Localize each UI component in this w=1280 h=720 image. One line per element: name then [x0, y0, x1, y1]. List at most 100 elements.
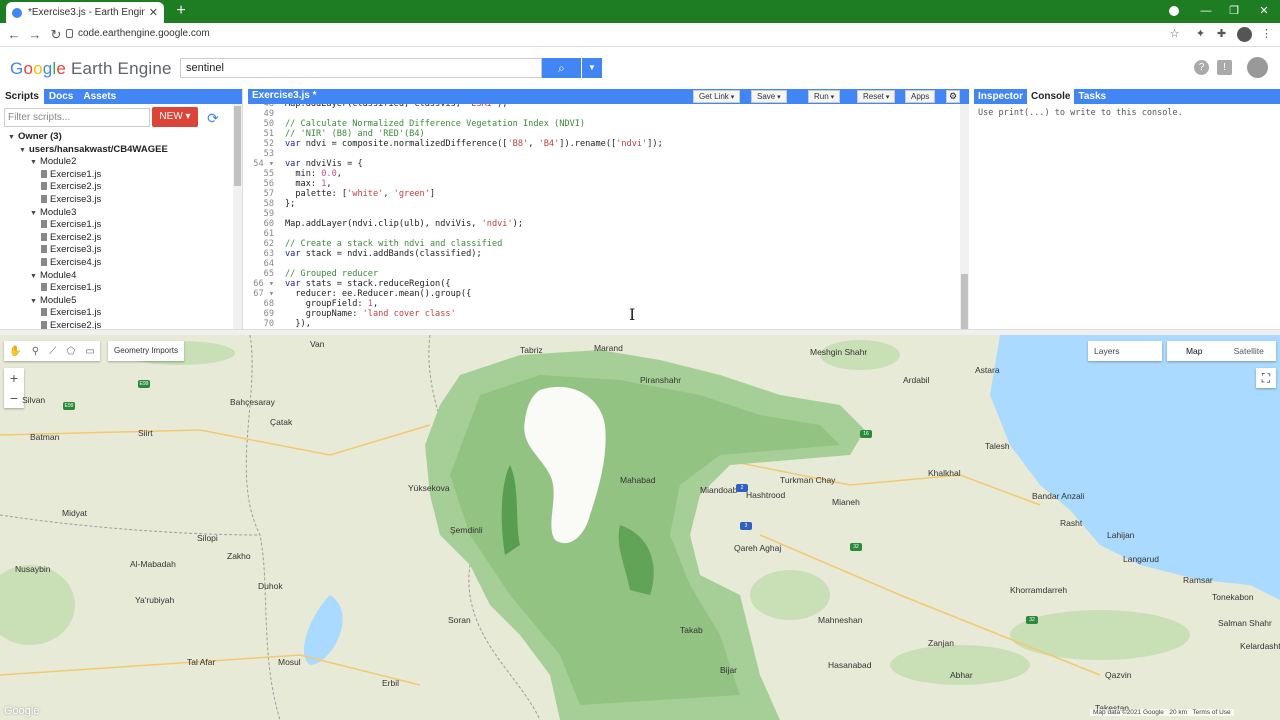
code-line[interactable]: 62 // Create a stack with ndvi and classi…: [248, 239, 960, 249]
bookmark-star-icon[interactable]: ☆: [1167, 27, 1182, 42]
geometry-imports-button[interactable]: Geometry Imports: [108, 341, 184, 361]
vegetation-area: [750, 570, 830, 620]
new-tab-icon[interactable]: +: [172, 2, 190, 20]
code-line[interactable]: 70 }),: [248, 319, 960, 329]
code-line[interactable]: 58};: [248, 199, 960, 209]
tab-assets[interactable]: Assets: [78, 89, 121, 104]
code-area[interactable]: 48 Map.addLayer(classified, classVis, 'ES…: [248, 104, 960, 329]
editor-scrollbar[interactable]: [960, 104, 969, 329]
script-file-item[interactable]: Exercise1.js: [0, 282, 232, 295]
code-line[interactable]: 57 palette: ['white', 'green']: [248, 189, 960, 199]
url-field[interactable]: code.earthengine.google.com: [78, 28, 210, 39]
reset-button[interactable]: Reset: [857, 90, 896, 103]
back-arrow-icon[interactable]: ←: [5, 26, 23, 44]
code-line[interactable]: 54 ▾ var ndviVis = {: [248, 159, 960, 169]
code-line[interactable]: 49: [248, 109, 960, 119]
feedback-icon[interactable]: !: [1217, 60, 1232, 75]
user-avatar[interactable]: [1247, 57, 1268, 78]
expand-caret-icon[interactable]: ▼: [30, 210, 37, 217]
restore-button[interactable]: ❐: [1218, 0, 1250, 23]
script-folder-item[interactable]: ▼ Owner (3): [0, 131, 232, 144]
map-type-satellite[interactable]: Satellite: [1222, 341, 1277, 361]
code-line[interactable]: 64: [248, 259, 960, 269]
zoom-in-button[interactable]: +: [4, 368, 24, 388]
get-link-button[interactable]: Get Link: [693, 90, 741, 103]
tab-inspector[interactable]: Inspector: [974, 89, 1027, 104]
filter-scripts-input[interactable]: Filter scripts...: [4, 108, 150, 127]
code-line[interactable]: 69 groupName: 'land cover class': [248, 309, 960, 319]
code-line[interactable]: 65 // Grouped reducer: [248, 269, 960, 279]
search-button[interactable]: ⌕: [542, 58, 581, 78]
fullscreen-icon[interactable]: ⛶: [1256, 368, 1276, 388]
zoom-out-button[interactable]: −: [4, 388, 24, 408]
tab-scripts[interactable]: Scripts: [0, 89, 44, 104]
search-options-dropdown[interactable]: ▼: [582, 58, 602, 78]
close-window-button[interactable]: ✕: [1248, 0, 1280, 23]
map-place-label: Çatak: [270, 417, 293, 427]
script-file-item[interactable]: Exercise1.js: [0, 169, 232, 182]
search-input[interactable]: sentinel: [180, 58, 542, 78]
scrollbar-thumb[interactable]: [961, 274, 968, 329]
save-button[interactable]: Save: [751, 90, 787, 103]
point-marker-icon[interactable]: ⚲: [32, 346, 39, 357]
terms-of-use-link[interactable]: Terms of Use: [1192, 709, 1230, 716]
code-line[interactable]: 50 // Calculate Normalized Difference Veg…: [248, 119, 960, 129]
script-folder-item[interactable]: ▼ Module5: [0, 295, 232, 308]
expand-caret-icon[interactable]: ▼: [8, 134, 15, 141]
tab-console[interactable]: Console: [1027, 89, 1075, 104]
code-line[interactable]: 60 Map.addLayer(ndvi.clip(ulb), ndviVis, …: [248, 219, 960, 229]
code-line[interactable]: 56 max: 1,: [248, 179, 960, 189]
script-file-item[interactable]: Exercise3.js: [0, 194, 232, 207]
reload-icon[interactable]: ↻: [47, 26, 65, 44]
apps-button[interactable]: Apps: [905, 90, 936, 103]
google-earth-engine-logo[interactable]: Google Earth Engine: [10, 59, 172, 79]
code-line[interactable]: 51 // 'NIR' (B8) and 'RED'(B4): [248, 129, 960, 139]
code-line[interactable]: 53: [248, 149, 960, 159]
browser-tab[interactable]: *Exercise3.js - Earth Engine Code ✕: [6, 2, 164, 23]
tab-tasks[interactable]: Tasks: [1074, 89, 1110, 104]
script-file-item[interactable]: Exercise2.js: [0, 181, 232, 194]
forward-arrow-icon[interactable]: →: [26, 26, 44, 44]
layers-button[interactable]: Layers: [1088, 341, 1162, 361]
browser-menu-icon[interactable]: ⋮: [1259, 27, 1274, 42]
profile-avatar[interactable]: [1237, 27, 1252, 42]
script-file-item[interactable]: Exercise4.js: [0, 257, 232, 270]
code-line[interactable]: 67 ▾ reducer: ee.Reducer.mean().group({: [248, 289, 960, 299]
draw-line-icon[interactable]: ⟋: [49, 346, 56, 357]
scrollbar-thumb[interactable]: [234, 106, 241, 186]
code-line[interactable]: 59: [248, 209, 960, 219]
code-line[interactable]: 52 var ndvi = composite.normalizedDiffere…: [248, 139, 960, 149]
refresh-icon[interactable]: ⟳: [204, 109, 222, 127]
extension-icon[interactable]: ✦: [1193, 27, 1208, 42]
script-file-item[interactable]: Exercise1.js: [0, 219, 232, 232]
new-script-button[interactable]: NEW ▾: [152, 107, 198, 127]
script-file-item[interactable]: Exercise1.js: [0, 307, 232, 320]
expand-caret-icon[interactable]: ▼: [30, 159, 37, 166]
script-file-item[interactable]: Exercise3.js: [0, 244, 232, 257]
script-folder-item[interactable]: ▼ Module3: [0, 207, 232, 220]
puzzle-extensions-icon[interactable]: ✚: [1214, 27, 1229, 42]
close-tab-icon[interactable]: ✕: [149, 6, 158, 19]
expand-caret-icon[interactable]: ▼: [19, 147, 26, 154]
code-line[interactable]: 68 groupField: 1,: [248, 299, 960, 309]
code-line[interactable]: 55 min: 0.0,: [248, 169, 960, 179]
expand-caret-icon[interactable]: ▼: [30, 298, 37, 305]
script-folder-item[interactable]: ▼ Module2: [0, 156, 232, 169]
script-file-item[interactable]: Exercise2.js: [0, 232, 232, 245]
script-folder-item[interactable]: ▼ users/hansakwast/CB4WAGEE: [0, 144, 232, 157]
run-button[interactable]: Run: [808, 90, 841, 103]
gear-icon[interactable]: ⚙: [946, 90, 960, 103]
code-line[interactable]: 63 var stack = ndvi.addBands(classified);: [248, 249, 960, 259]
hand-pan-icon[interactable]: ✋: [9, 346, 21, 357]
draw-polygon-icon[interactable]: ⬠: [66, 346, 75, 357]
expand-caret-icon[interactable]: ▼: [30, 273, 37, 280]
map-view[interactable]: ✋ ⚲ ⟋ ⬠ ▭ Geometry Imports + − Layers Ma…: [0, 335, 1280, 720]
help-icon[interactable]: ?: [1194, 60, 1209, 75]
script-folder-item[interactable]: ▼ Module4: [0, 270, 232, 283]
code-line[interactable]: 66 ▾ var stats = stack.reduceRegion({: [248, 279, 960, 289]
code-line[interactable]: 61: [248, 229, 960, 239]
draw-rectangle-icon[interactable]: ▭: [85, 346, 94, 357]
tab-docs[interactable]: Docs: [44, 89, 78, 104]
scripts-scrollbar[interactable]: [233, 104, 242, 329]
map-type-map[interactable]: Map: [1167, 341, 1222, 361]
